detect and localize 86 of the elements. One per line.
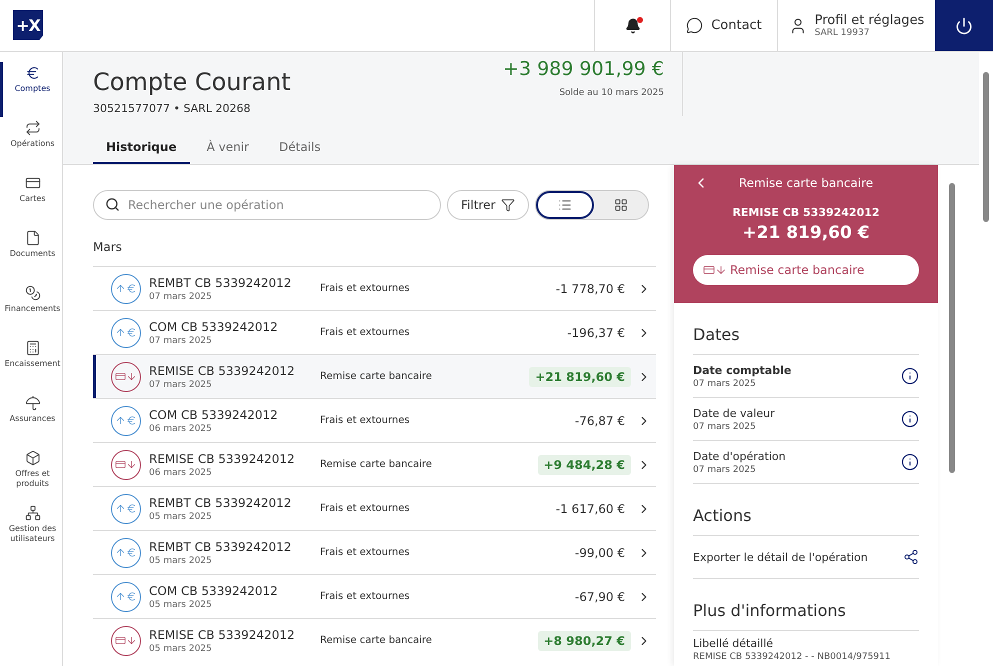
share-icon[interactable] (903, 549, 919, 565)
operation-amount: +9 484,28 € (538, 454, 631, 474)
search-icon (105, 197, 120, 212)
operation-name: COM CB 5339242012 (149, 320, 279, 334)
umbrella-icon (24, 395, 40, 411)
operation-name: REMBT CB 5339242012 (149, 496, 292, 510)
operation-name: REMISE CB 5339242012 (149, 364, 296, 378)
operation-name: COM CB 5339242012 (149, 584, 279, 598)
grid-icon (614, 198, 628, 212)
operation-date: 05 mars 2025 (149, 644, 213, 654)
filter-icon (501, 198, 516, 212)
operation-amount: -196,37 € (566, 324, 626, 342)
operation-amount: -67,90 € (574, 588, 626, 606)
balance-date: Solde au 10 mars 2025 (559, 88, 664, 98)
operation-category: Frais et extournes (320, 547, 411, 558)
logo[interactable]: +X (13, 10, 43, 40)
operation-category: Remise carte bancaire (320, 371, 433, 382)
date-value: 07 mars 2025 (693, 464, 757, 474)
operation-date: 05 mars 2025 (149, 512, 213, 522)
export-link[interactable]: Exporter le détail de l'opération (693, 550, 868, 564)
power-icon (955, 16, 973, 34)
month-heading: Mars (93, 240, 123, 254)
hierarchy-icon (24, 505, 40, 521)
operation-category: Frais et extournes (320, 415, 411, 426)
operation-category: Frais et extournes (320, 283, 411, 294)
account-title: Compte Courant (93, 68, 292, 96)
date-label: Date d'opération (693, 450, 786, 462)
category-chip[interactable]: Remise carte bancaire (693, 255, 919, 285)
transfer-icon (24, 120, 40, 136)
tab[interactable]: Historique (93, 140, 190, 164)
section-heading: Actions (693, 506, 919, 536)
euro-icon (24, 65, 40, 81)
section-heading: Plus d'informations (693, 601, 919, 631)
search-field[interactable]: Rechercher une opération (93, 190, 441, 220)
operation-amount: +21 819,60 € (529, 366, 631, 386)
chat-icon (686, 17, 704, 34)
tab[interactable]: À venir (194, 140, 262, 164)
date-value: 07 mars 2025 (693, 378, 757, 388)
operation-category: Frais et extournes (320, 327, 411, 338)
operation-date: 07 mars 2025 (149, 336, 213, 346)
operation-date: 05 mars 2025 (149, 556, 213, 566)
operation-amount: -1 778,70 € (554, 280, 626, 298)
filter-button[interactable]: Filtrer (447, 190, 530, 220)
operation-amount: -76,87 € (574, 412, 626, 430)
operation-category: Frais et extournes (320, 591, 411, 602)
scrollbar[interactable] (983, 72, 989, 222)
operation-amount: +8 980,27 € (538, 630, 631, 650)
operation-name: REMBT CB 5339242012 (149, 276, 292, 290)
date-value: 07 mars 2025 (693, 422, 757, 432)
operation-name: REMBT CB 5339242012 (149, 540, 292, 554)
info-icon[interactable] (901, 410, 919, 428)
balance-amount: +3 989 901,99 € (503, 58, 664, 80)
operation-date: 07 mars 2025 (149, 380, 213, 390)
calculator-icon (24, 340, 40, 356)
operation-date: 06 mars 2025 (149, 424, 213, 434)
info-icon[interactable] (901, 453, 919, 471)
date-label: Date comptable (693, 364, 792, 376)
date-label: Date de valeur (693, 406, 775, 420)
operation-date: 07 mars 2025 (149, 292, 213, 302)
info-value: REMISE CB 5339242012 - - NB0014/975911 (693, 652, 892, 662)
operation-row[interactable]: REMISE CB 5339242012 07 mars 2025 Remise carte bancaire +21 819,60 € (93, 354, 656, 398)
operation-name: COM CB 5339242012 (149, 408, 279, 422)
detail-title: Remise carte bancaire (738, 176, 874, 190)
scrollbar[interactable] (948, 183, 954, 473)
detail-operation-name: REMISE CB 5339242012 (732, 206, 880, 219)
info-label: Libellé détaillé (693, 637, 774, 650)
operation-date: 06 mars 2025 (149, 468, 213, 478)
account-number: 30521577077 • SARL 20268 (93, 102, 252, 115)
operation-amount: -1 617,60 € (554, 500, 626, 518)
operation-category: Frais et extournes (320, 503, 411, 514)
operation-name: REMISE CB 5339242012 (149, 628, 296, 642)
list-view-button[interactable] (536, 191, 594, 219)
document-icon (24, 230, 40, 246)
tab[interactable]: Détails (266, 140, 334, 164)
card-arrow-icon (703, 264, 727, 276)
operation-category: Remise carte bancaire (320, 635, 433, 646)
cube-icon (24, 450, 40, 466)
logout-button[interactable] (935, 0, 993, 51)
operation-name: REMISE CB 5339242012 (149, 452, 296, 466)
detail-amount: +21 819,60 € (742, 223, 870, 243)
info-icon[interactable] (901, 367, 919, 385)
operation-date: 05 mars 2025 (149, 600, 213, 610)
section-heading: Dates (693, 325, 919, 355)
operation-category: Remise carte bancaire (320, 459, 433, 470)
operation-amount: -99,00 € (574, 544, 626, 562)
card-icon (24, 175, 40, 191)
